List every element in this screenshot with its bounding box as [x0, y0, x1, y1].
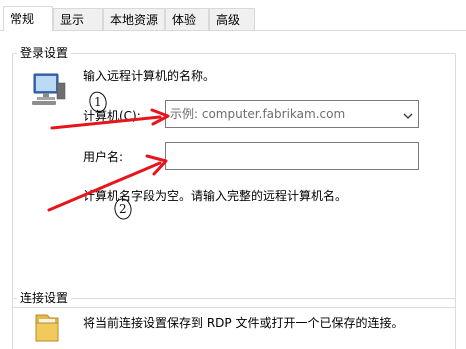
instruction-text: 输入远程计算机的名称。	[83, 69, 216, 83]
tab-advanced-label: 高级	[216, 13, 241, 27]
tab-experience-label: 体验	[172, 13, 197, 27]
tab-display-label: 显示	[60, 13, 85, 27]
connection-description: 将当前连接设置保存到 RDP 文件或打开一个已保存的连接。	[83, 316, 404, 330]
tab-experience[interactable]: 体验	[165, 8, 209, 30]
computer-placeholder: 示例: computer.fabrikam.com	[170, 107, 346, 121]
general-tab-panel: 登录设置 输入远程计算机的名称。 计算机(C): 示例: computer.fa…	[0, 30, 466, 349]
tab-general[interactable]: 常规	[3, 6, 53, 31]
computer-combobox[interactable]: 示例: computer.fabrikam.com	[165, 100, 419, 128]
annotation-mark-2: 2	[119, 202, 127, 216]
computer-label: 计算机(C):	[83, 109, 141, 123]
connection-settings-title: 连接设置	[17, 291, 72, 305]
tab-local-resources[interactable]: 本地资源	[103, 8, 165, 30]
login-settings-group	[12, 53, 456, 308]
folder-icon	[30, 309, 64, 343]
tab-advanced[interactable]: 高级	[209, 8, 255, 30]
tab-general-label: 常规	[10, 12, 35, 26]
username-label: 用户名:	[83, 150, 124, 164]
login-settings-title: 登录设置	[17, 46, 72, 60]
tab-display[interactable]: 显示	[53, 8, 103, 30]
computer-monitor-icon	[28, 71, 68, 107]
tab-local-resources-label: 本地资源	[110, 13, 159, 27]
chevron-down-icon[interactable]	[403, 109, 413, 119]
annotation-mark-1: 1	[94, 95, 102, 109]
username-field[interactable]	[165, 142, 419, 170]
remote-desktop-options: 常规 显示 本地资源 体验 高级 登录设置 输入远程计算机的名称。 计算机(C)…	[0, 0, 466, 349]
